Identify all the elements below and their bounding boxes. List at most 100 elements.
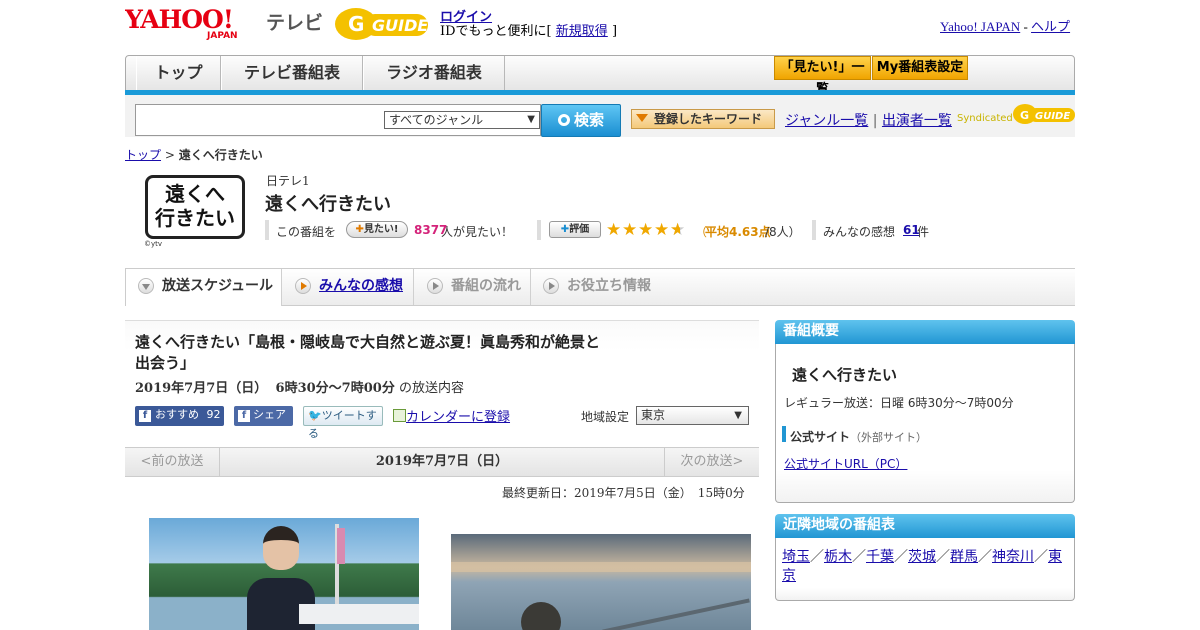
- nearby-link-kanagawa[interactable]: 神奈川: [992, 549, 1034, 565]
- logo-credit: ©ytv: [144, 240, 163, 248]
- svg-text:YAHOO!: YAHOO!: [125, 6, 233, 34]
- link-divider: |: [872, 113, 878, 129]
- program-stats: この番組を ✚見たい! 8377 人が見たい！ ✚評価 ★ ★ ★ ★ ★ ★ （ 平均4…: [265, 220, 965, 242]
- episode-title: 遠くへ行きたい「島根・隠岐島で大自然と遊ぶ夏！眞島秀和が絶景と出会う」: [135, 333, 601, 372]
- nav-tab-top[interactable]: トップ: [136, 56, 221, 92]
- episode-photo-sea: [451, 534, 751, 630]
- nearby-box: 埼玉／栃木／千葉／茨城／群馬／神奈川／東京: [775, 538, 1075, 601]
- overview-box: 遠くへ行きたい レギュラー放送：日曜 6時30分～7時00分 公式サイト（外部サ…: [775, 344, 1075, 503]
- breadcrumb-top-link[interactable]: トップ: [125, 148, 161, 162]
- comments-label: みんなの感想: [823, 225, 896, 239]
- gguide-logo[interactable]: G GUIDE: [334, 6, 434, 42]
- yahoo-japan-link[interactable]: Yahoo! JAPAN: [940, 19, 1020, 34]
- rating-average: 平均4.63点: [705, 225, 771, 239]
- search-button[interactable]: 検索: [541, 104, 621, 137]
- rate-button[interactable]: ✚評価: [549, 221, 601, 238]
- stats-divider: [537, 220, 541, 240]
- login-subtext: IDでもっと便利に[ 新規取得 ]: [440, 20, 617, 39]
- performer-list-link[interactable]: 出演者一覧: [882, 113, 952, 129]
- tab-flow-label: 番組の流れ: [451, 278, 521, 294]
- calendar-icon: [393, 409, 406, 422]
- keyword-button-label: 登録したキーワード: [654, 112, 763, 126]
- share-label: シェア: [253, 408, 286, 421]
- regular-broadcast: レギュラー放送：日曜 6時30分～7時00分: [784, 396, 1014, 410]
- nearby-links: 埼玉／栃木／千葉／茨城／群馬／神奈川／東京: [782, 549, 1062, 584]
- episode-date-suffix: の放送内容: [398, 381, 464, 396]
- overview-header: 番組概要: [775, 320, 1075, 344]
- episode-date: 2019年7月7日（日） 6時30分～7時00分 の放送内容: [135, 377, 464, 396]
- facebook-share-button[interactable]: f シェア: [234, 406, 293, 426]
- search-button-label: 検索: [573, 111, 604, 129]
- syndicated-gguide-logo: Syndicated G GUIDE: [957, 104, 1075, 124]
- episode-date-value: 2019年7月7日（日）: [135, 381, 268, 396]
- star-icon: ★: [622, 220, 638, 240]
- prev-broadcast-button[interactable]: <前の放送: [125, 448, 220, 476]
- tv-label: テレビ: [266, 12, 324, 34]
- genre-selected-value: すべてのジャンル: [389, 113, 484, 127]
- breadcrumb-current: 遠くへ行きたい: [178, 148, 263, 162]
- facebook-icon: f: [139, 410, 151, 422]
- signup-link[interactable]: 新規取得: [556, 24, 608, 39]
- facebook-recommend-button[interactable]: f おすすめ 92: [135, 406, 224, 426]
- twitter-icon: 🐦: [308, 409, 322, 422]
- rating-count: /8人）: [765, 225, 801, 239]
- program-logo: 遠くへ 行きたい: [145, 175, 245, 239]
- nearby-link-chiba[interactable]: 千葉: [866, 549, 894, 565]
- rate-button-label: 評価: [569, 224, 590, 235]
- plus-icon: ✚: [355, 224, 364, 235]
- my-schedule-button[interactable]: My番組表設定: [872, 56, 968, 80]
- facebook-icon: f: [238, 410, 250, 422]
- play-icon: [543, 278, 559, 294]
- region-select[interactable]: 東京 ▼: [636, 406, 749, 425]
- triangle-down-icon: [636, 114, 648, 122]
- section-marker: [782, 426, 786, 442]
- next-broadcast-button[interactable]: 次の放送>: [664, 448, 759, 476]
- genre-list-link[interactable]: ジャンル一覧: [785, 113, 868, 129]
- broadcast-pager: <前の放送 2019年7月7日（日） 次の放送>: [125, 447, 759, 477]
- mitai-button-label: 見たい!: [363, 224, 399, 235]
- nearby-link-gunma[interactable]: 群馬: [950, 549, 978, 565]
- nav-tab-tv-schedule[interactable]: テレビ番組表: [221, 56, 363, 92]
- nearby-link-saitama[interactable]: 埼玉: [782, 549, 810, 565]
- flag: [337, 528, 345, 564]
- yahoo-japan-logo[interactable]: YAHOO! JAPAN: [125, 6, 261, 40]
- genre-select[interactable]: すべてのジャンル ▼: [384, 111, 540, 129]
- tab-schedule[interactable]: 放送スケジュール: [125, 269, 282, 306]
- star-icon: ★: [638, 220, 654, 240]
- help-link[interactable]: ヘルプ: [1031, 19, 1070, 34]
- mitai-button[interactable]: ✚見たい!: [346, 221, 408, 238]
- nav-tab-radio-schedule[interactable]: ラジオ番組表: [363, 56, 505, 92]
- stats-divider: [812, 220, 816, 240]
- breadcrumb: トップ > 遠くへ行きたい: [125, 146, 263, 163]
- official-site-link[interactable]: 公式サイトURL（PC）: [784, 455, 907, 472]
- rating-stars: ★ ★ ★ ★ ★ ★: [606, 220, 686, 240]
- episode-photo-host: [149, 518, 419, 630]
- tab-reviews-label[interactable]: みんなの感想: [319, 278, 403, 294]
- region-selected-value: 東京: [641, 408, 666, 422]
- svg-text:GUIDE: GUIDE: [372, 16, 428, 35]
- svg-text:G: G: [1020, 109, 1029, 122]
- chevron-down-icon: ▼: [734, 410, 742, 421]
- official-site-label: 公式サイト: [790, 430, 851, 444]
- star-icon: ★ ★: [670, 220, 686, 240]
- program-tabs: 放送スケジュール みんなの感想 番組の流れ お役立ち情報: [125, 268, 1075, 306]
- tab-reviews[interactable]: みんなの感想: [283, 269, 414, 305]
- nearby-link-ibaraki[interactable]: 茨城: [908, 549, 936, 565]
- nearby-link-tochigi[interactable]: 栃木: [824, 549, 852, 565]
- calendar-register[interactable]: カレンダーに登録: [393, 406, 510, 425]
- person-silhouette: [521, 602, 561, 630]
- search-icon: [557, 114, 570, 126]
- tweet-button[interactable]: 🐦ツイートする: [303, 406, 383, 440]
- this-program-label: この番組を: [276, 225, 337, 239]
- mitai-list-button[interactable]: 「見たい!」一覧: [774, 56, 871, 97]
- main-nav: トップ テレビ番組表 ラジオ番組表 「見たい!」一覧 My番組表設定: [125, 55, 1075, 97]
- chevron-down-icon: ▼: [527, 114, 535, 125]
- mitai-suffix: 人が見たい！: [441, 225, 514, 239]
- top-links-sep: -: [1020, 19, 1032, 34]
- region-label: 地域設定: [581, 410, 630, 424]
- comments-suffix: 件: [917, 225, 930, 239]
- keyword-button[interactable]: 登録したキーワード: [631, 109, 775, 129]
- stats-divider: [265, 220, 269, 240]
- program-logo-line2: 行きたい: [155, 206, 235, 230]
- calendar-link[interactable]: カレンダーに登録: [406, 410, 510, 425]
